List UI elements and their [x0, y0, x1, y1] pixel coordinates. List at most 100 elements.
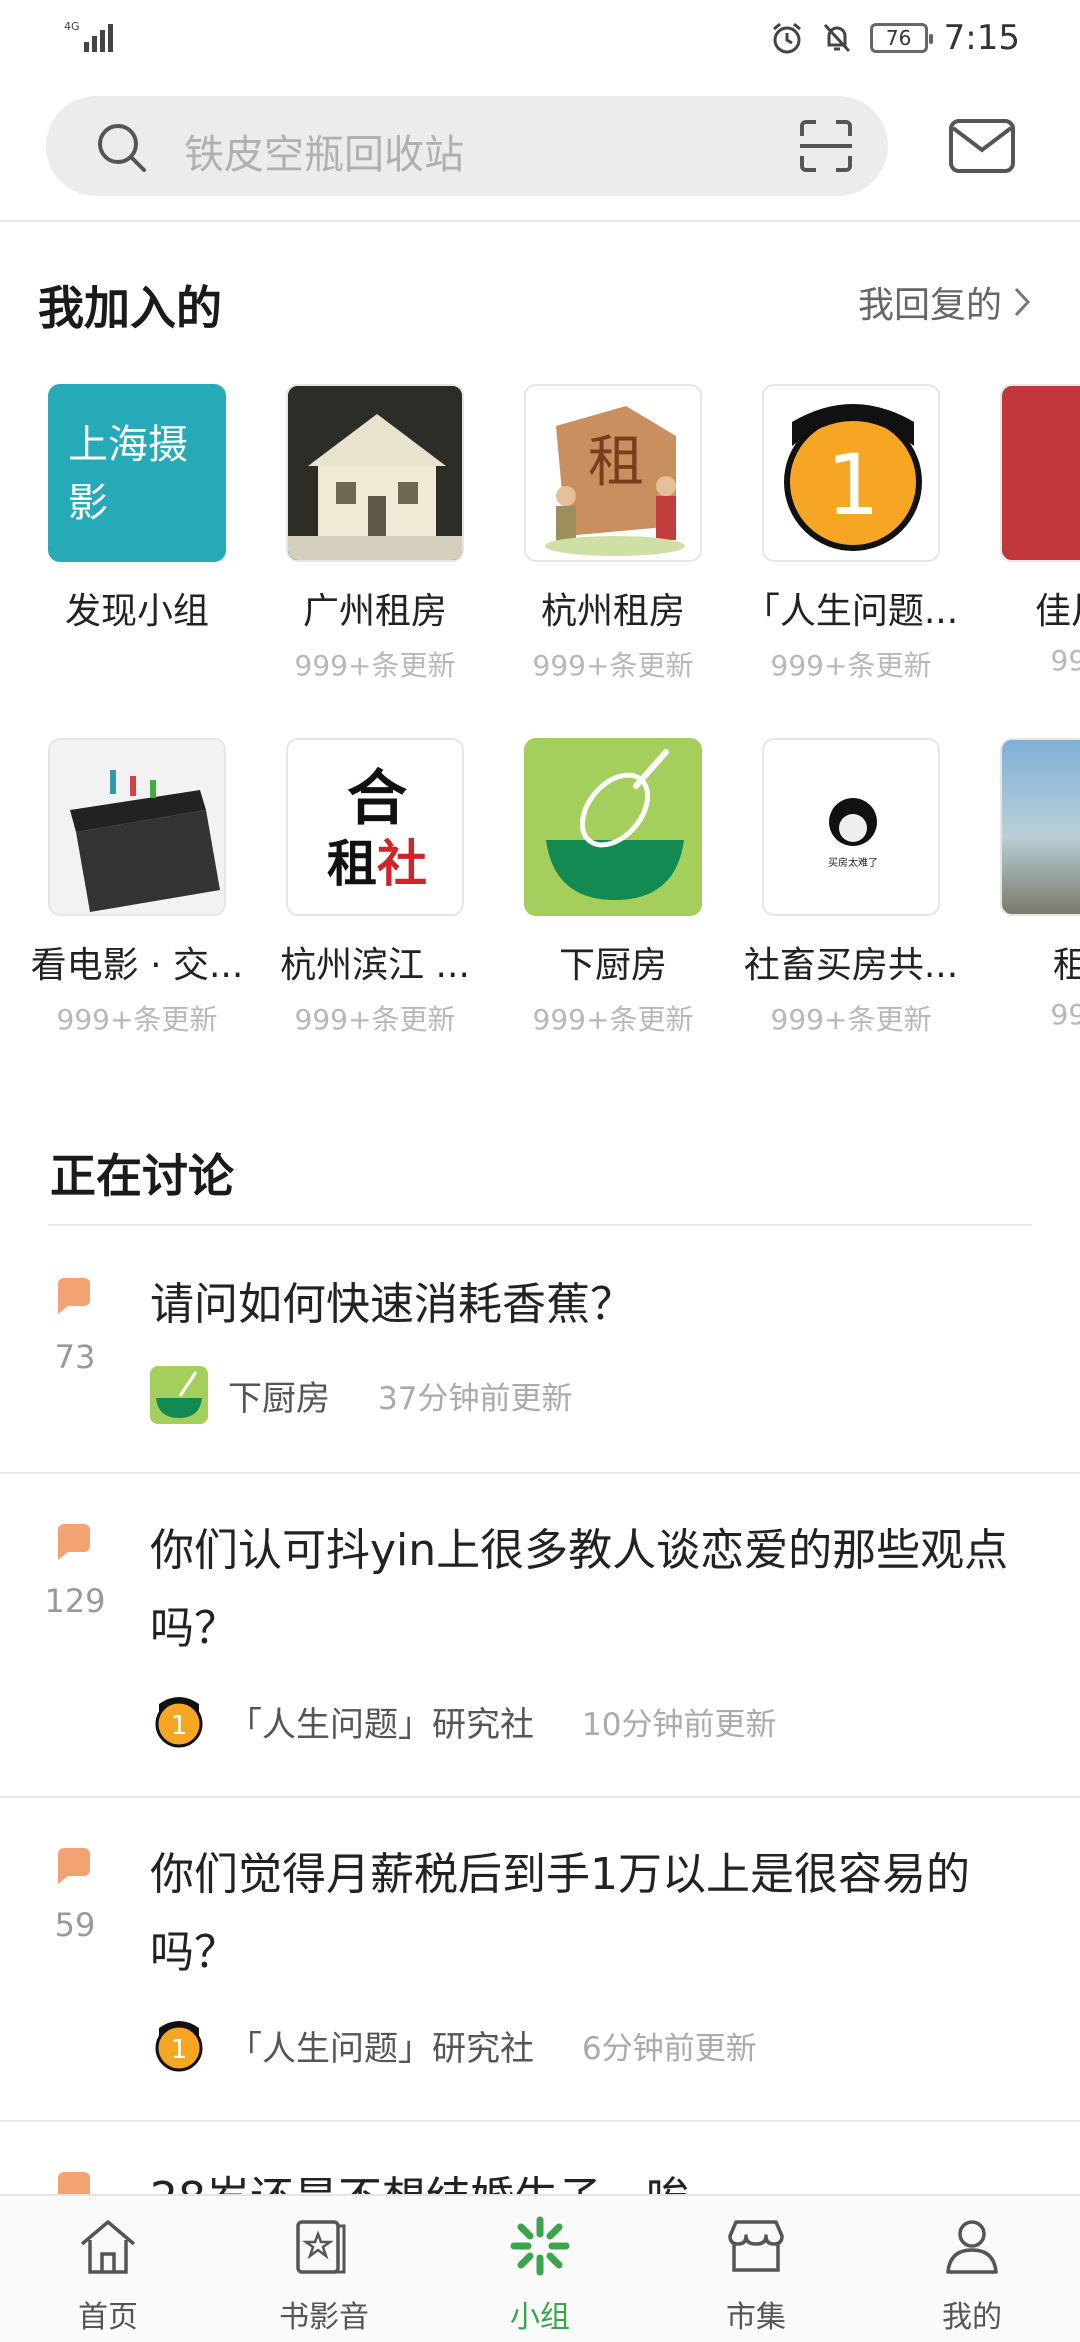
nav-book-film-music[interactable]: 书影音 — [216, 2196, 432, 2342]
number-one-logo: 1 — [155, 1697, 203, 1748]
discussion-meta: 下厨房 37分钟前更新 — [150, 1366, 572, 1424]
group-name[interactable]: 「人生问题」研究社 — [228, 2021, 534, 2070]
update-time: 6分钟前更新 — [582, 2030, 757, 2067]
group-avatar: 1 — [150, 1692, 208, 1750]
mute-bell-icon — [823, 23, 850, 53]
group-name: 租房 — [1052, 945, 1080, 986]
signal-indicator: 4G — [64, 20, 120, 58]
svg-text:1: 1 — [171, 2035, 188, 2065]
top-header: 铁皮空瓶回收站 — [0, 80, 1080, 222]
group-card[interactable]: 1 「人生问题... 999+条更新 — [732, 384, 970, 684]
group-name: 「人生问题... — [743, 591, 959, 632]
group-thumbnail: 租 — [524, 384, 702, 562]
svg-text:4G: 4G — [64, 20, 80, 33]
nav-label: 小组 — [510, 2300, 570, 2335]
svg-text:1: 1 — [171, 1711, 188, 1741]
group-card[interactable]: 下厨房 999+条更新 — [494, 738, 732, 1038]
nav-market[interactable]: 市集 — [648, 2196, 864, 2342]
group-card[interactable]: 租房 999+ — [970, 738, 1080, 1031]
nav-label: 我的 — [942, 2300, 1002, 2335]
discussion-meta: 1 「人生问题」研究社 10分钟前更新 — [150, 1692, 776, 1750]
group-name: 下厨房 — [558, 945, 667, 986]
group-avatar: 1 — [150, 2016, 208, 2074]
search-icon — [98, 124, 146, 172]
group-name: 发现小组 — [64, 591, 209, 632]
discussion-title: 请问如何快速消耗香蕉？ — [150, 1279, 634, 1330]
svg-text:1: 1 — [826, 436, 879, 534]
comment-count: 73 — [54, 1338, 96, 1376]
book-film-icon — [296, 2220, 346, 2274]
rent-illustration-image: 租 — [545, 406, 685, 556]
signal-icon: 4G — [64, 20, 113, 52]
group-update-count: 999+条更新 — [56, 1003, 218, 1036]
svg-text:买房太难了: 买房太难了 — [828, 856, 878, 869]
group-card[interactable]: 佳片推 999+ — [970, 384, 1080, 677]
group-update-count: 999+ — [1050, 644, 1080, 677]
joined-groups-row-1: 上海摄影 发现小组 广州租房 999+条更新 租 杭州租房 999+条更新 1 … — [0, 384, 1080, 684]
group-update-count: 999+条更新 — [770, 649, 932, 682]
group-name[interactable]: 下厨房 — [228, 1371, 330, 1420]
status-bar: 4G 76 7:15 — [0, 0, 1080, 80]
group-name: 杭州租房 — [540, 591, 685, 632]
scan-icon[interactable] — [798, 118, 854, 174]
clock: 7:15 — [943, 18, 1020, 58]
group-card[interactable]: 租 杭州租房 999+条更新 — [494, 384, 732, 684]
update-time: 10分钟前更新 — [582, 1706, 777, 1743]
group-update-count: 999+ — [1050, 998, 1080, 1031]
thumb-text: 上海摄影 — [68, 422, 188, 526]
comment-count: 59 — [54, 1906, 96, 1944]
group-name: 社畜买房共... — [743, 945, 959, 986]
my-replies-link[interactable]: 我回复的 — [858, 276, 1032, 328]
discussion-item[interactable]: 59 你们觉得月薪税后到手1万以上是很容易的吗？ 1 「人生问题」研究社 6分钟… — [0, 1796, 1080, 2122]
group-card[interactable]: 上海摄影 发现小组 — [18, 384, 256, 634]
nav-profile[interactable]: 我的 — [864, 2196, 1080, 2342]
group-thumbnail: 上海摄影 — [48, 384, 226, 562]
mail-icon[interactable] — [948, 118, 1016, 174]
group-thumbnail — [286, 384, 464, 562]
discussion-item[interactable]: 73 请问如何快速消耗香蕉？ 下厨房 37分钟前更新 — [0, 1226, 1080, 1474]
comment-icon — [58, 1524, 90, 1560]
joined-groups-row-2: 看电影 · 交... 999+条更新 合 租社 杭州滨江 ... 999+条更新… — [0, 738, 1080, 1038]
search-placeholder: 铁皮空瓶回收站 — [184, 132, 464, 178]
profile-icon — [946, 2220, 998, 2274]
group-icon — [510, 2216, 570, 2276]
market-icon — [728, 2220, 784, 2272]
nav-label: 市集 — [726, 2300, 786, 2335]
whisk-bowl-icon — [156, 1371, 202, 1418]
group-card[interactable]: 买房太难了 社畜买房共... 999+条更新 — [732, 738, 970, 1038]
update-time: 37分钟前更新 — [378, 1380, 573, 1417]
meme-face-image: 买房太难了 — [828, 798, 878, 869]
my-replies-label: 我回复的 — [857, 285, 1002, 326]
chevron-right-icon — [1014, 287, 1031, 317]
discussing-section-title: 正在讨论 — [50, 1149, 234, 1203]
discussion-meta: 1 「人生问题」研究社 6分钟前更新 — [150, 2016, 757, 2074]
group-update-count: 999+条更新 — [294, 1003, 456, 1036]
joined-section-title: 我加入的 — [38, 281, 222, 335]
group-thumbnail: 1 — [762, 384, 940, 562]
nav-groups[interactable]: 小组 — [432, 2196, 648, 2342]
thumb-text: 租社 — [327, 835, 427, 893]
group-name: 佳片推 — [1034, 591, 1080, 632]
group-update-count: 999+条更新 — [532, 649, 694, 682]
battery-indicator: 76 — [869, 23, 933, 53]
group-name[interactable]: 「人生问题」研究社 — [228, 1697, 534, 1746]
group-update-count: 999+条更新 — [770, 1003, 932, 1036]
group-thumbnail — [524, 738, 702, 916]
discussion-item[interactable]: 129 你们认可抖yin上很多教人谈恋爱的那些观点吗？ 1 「人生问题」研究社 … — [0, 1472, 1080, 1798]
comment-icon — [58, 1848, 90, 1884]
discussion-title: 你们认可抖yin上很多教人谈恋爱的那些观点吗？ — [150, 1525, 1009, 1654]
search-bar[interactable]: 铁皮空瓶回收站 — [46, 96, 888, 196]
group-thumbnail — [1000, 384, 1080, 562]
nav-label: 首页 — [78, 2300, 138, 2335]
group-thumbnail — [48, 738, 226, 916]
group-card[interactable]: 看电影 · 交... 999+条更新 — [18, 738, 256, 1038]
group-update-count: 999+条更新 — [532, 1003, 694, 1036]
nav-home[interactable]: 首页 — [0, 2196, 216, 2342]
group-card[interactable]: 广州租房 999+条更新 — [256, 384, 494, 684]
group-name: 杭州滨江 ... — [280, 945, 470, 986]
comment-icon — [58, 1278, 90, 1314]
group-thumbnail: 买房太难了 — [762, 738, 940, 916]
group-card[interactable]: 合 租社 杭州滨江 ... 999+条更新 — [256, 738, 494, 1038]
home-icon — [80, 2220, 136, 2274]
discussion-title: 你们觉得月薪税后到手1万以上是很容易的吗？ — [150, 1849, 970, 1978]
